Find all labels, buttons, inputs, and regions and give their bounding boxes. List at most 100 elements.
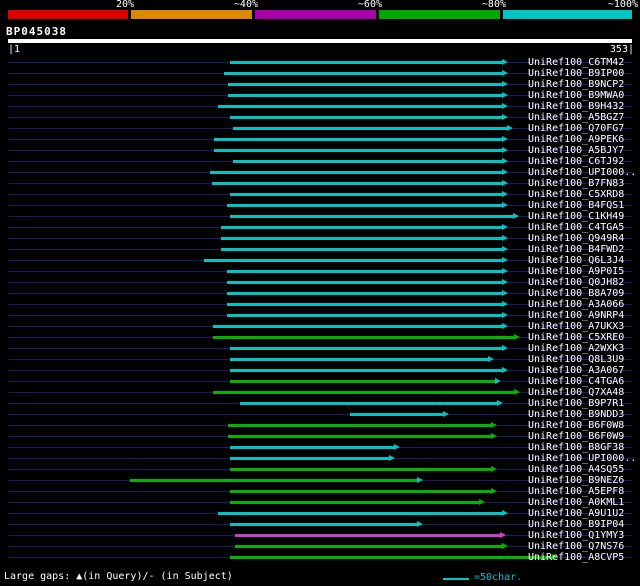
alignment-bar[interactable]	[235, 545, 502, 548]
hit-label[interactable]: UniRef100_A9PEK6	[528, 134, 624, 145]
alignment-row: UniRef100_UPI000..	[0, 453, 640, 464]
scale-segment-label: 20%	[115, 0, 134, 10]
alignment-bar[interactable]	[227, 204, 502, 207]
alignment-bar[interactable]	[213, 391, 514, 394]
hit-label[interactable]: UniRef100_Q7NS76	[528, 541, 624, 552]
hit-label[interactable]: UniRef100_A3A067	[528, 365, 624, 376]
alignment-bar[interactable]	[230, 358, 488, 361]
hit-label[interactable]: UniRef100_B9MWA0	[528, 90, 624, 101]
hit-label[interactable]: UniRef100_C4TGA5	[528, 222, 624, 233]
alignment-bar[interactable]	[230, 347, 502, 350]
alignment-bar[interactable]	[230, 556, 552, 559]
alignment-bar[interactable]	[228, 435, 491, 438]
alignment-bar[interactable]	[350, 413, 443, 416]
arrowhead-icon	[502, 235, 508, 241]
hit-label[interactable]: UniRef100_A2WXK3	[528, 343, 624, 354]
hit-label[interactable]: UniRef100_Q1YMY3	[528, 530, 624, 541]
alignment-row: UniRef100_B9P7R1	[0, 398, 640, 409]
arrowhead-icon	[495, 378, 501, 384]
hit-label[interactable]: UniRef100_C6TJ92	[528, 156, 624, 167]
hit-label[interactable]: UniRef100_A4SQ55	[528, 464, 624, 475]
alignment-bar[interactable]	[213, 325, 502, 328]
hit-label[interactable]: UniRef100_B8A709	[528, 288, 624, 299]
arrowhead-icon	[502, 180, 508, 186]
alignment-bar[interactable]	[221, 237, 502, 240]
alignment-bar[interactable]	[233, 127, 507, 130]
hit-label[interactable]: UniRef100_UPI000..	[528, 453, 636, 464]
arrowhead-icon	[502, 301, 508, 307]
alignment-bar[interactable]	[218, 512, 502, 515]
hit-label[interactable]: UniRef100_B9P7R1	[528, 398, 624, 409]
alignment-bar[interactable]	[230, 116, 502, 119]
alignment-bar[interactable]	[230, 457, 389, 460]
hit-label[interactable]: UniRef100_Q70FG7	[528, 123, 624, 134]
hit-label[interactable]: UniRef100_A9NRP4	[528, 310, 624, 321]
hit-label[interactable]: UniRef100_Q6L3J4	[528, 255, 624, 266]
alignment-bar[interactable]	[230, 369, 502, 372]
alignment-bar[interactable]	[224, 72, 502, 75]
hit-label[interactable]: UniRef100_A7UKX3	[528, 321, 624, 332]
alignment-bar[interactable]	[228, 424, 491, 427]
alignment-bar[interactable]	[212, 182, 502, 185]
hit-label[interactable]: UniRef100_Q8L3U9	[528, 354, 624, 365]
alignment-bar[interactable]	[227, 314, 502, 317]
hit-label[interactable]: UniRef100_B9NDD3	[528, 409, 624, 420]
hit-label[interactable]: UniRef100_A5BGZ7	[528, 112, 624, 123]
hit-label[interactable]: UniRef100_A5BJY7	[528, 145, 624, 156]
alignment-bar[interactable]	[130, 479, 417, 482]
alignment-bar[interactable]	[228, 83, 502, 86]
hit-label[interactable]: UniRef100_B9NEZ6	[528, 475, 624, 486]
alignment-bar[interactable]	[227, 292, 502, 295]
hit-label[interactable]: UniRef100_B6F0W9	[528, 431, 624, 442]
alignment-bar[interactable]	[210, 171, 502, 174]
hit-label[interactable]: UniRef100_B7FN83	[528, 178, 624, 189]
hit-label[interactable]: UniRef100_B9H432	[528, 101, 624, 112]
hit-label[interactable]: UniRef100_C6TM42	[528, 57, 624, 68]
hit-label[interactable]: UniRef100_B9IP04	[528, 519, 624, 530]
hit-label[interactable]: UniRef100_C1KH49	[528, 211, 624, 222]
hit-label[interactable]: UniRef100_A5EPF8	[528, 486, 624, 497]
hit-label[interactable]: UniRef100_A9U1U2	[528, 508, 624, 519]
hit-label[interactable]: UniRef100_Q7XA48	[528, 387, 624, 398]
hit-label[interactable]: UniRef100_C5XRD8	[528, 189, 624, 200]
alignment-bar[interactable]	[240, 402, 497, 405]
alignment-bar[interactable]	[230, 490, 491, 493]
hit-label[interactable]: UniRef100_B6F0W8	[528, 420, 624, 431]
alignment-bar[interactable]	[204, 259, 502, 262]
hit-label[interactable]: UniRef100_UPI000..	[528, 167, 636, 178]
alignment-bar[interactable]	[230, 215, 513, 218]
alignment-bar[interactable]	[227, 281, 502, 284]
alignment-bar[interactable]	[235, 534, 500, 537]
hit-label[interactable]: UniRef100_Q949R4	[528, 233, 624, 244]
alignment-bar[interactable]	[230, 501, 479, 504]
hit-label[interactable]: UniRef100_A8CVP5	[528, 552, 624, 563]
alignment-bar[interactable]	[230, 468, 491, 471]
hit-label[interactable]: UniRef100_B9IP00	[528, 68, 624, 79]
hit-label[interactable]: UniRef100_B4FWD2	[528, 244, 624, 255]
hit-label[interactable]: UniRef100_C5XRE0	[528, 332, 624, 343]
alignment-bar[interactable]	[221, 226, 502, 229]
alignment-bar[interactable]	[230, 61, 502, 64]
alignment-bar[interactable]	[213, 336, 514, 339]
hit-label[interactable]: UniRef100_B9NCP2	[528, 79, 624, 90]
alignment-bar[interactable]	[228, 94, 502, 97]
hit-label[interactable]: UniRef100_A0KML1	[528, 497, 624, 508]
alignment-bar[interactable]	[230, 446, 394, 449]
alignment-bar[interactable]	[227, 270, 502, 273]
alignment-bar[interactable]	[230, 193, 502, 196]
legend-scale-label: =50char.	[474, 572, 523, 583]
hit-label[interactable]: UniRef100_A9P0I5	[528, 266, 624, 277]
hit-label[interactable]: UniRef100_B8GF38	[528, 442, 624, 453]
hit-label[interactable]: UniRef100_C4TGA6	[528, 376, 624, 387]
alignment-bar[interactable]	[233, 160, 502, 163]
hit-label[interactable]: UniRef100_B4FQS1	[528, 200, 624, 211]
alignment-bar[interactable]	[214, 138, 502, 141]
hit-label[interactable]: UniRef100_A3A066	[528, 299, 624, 310]
hit-label[interactable]: UniRef100_Q0JH82	[528, 277, 624, 288]
alignment-bar[interactable]	[230, 380, 495, 383]
alignment-bar[interactable]	[227, 303, 502, 306]
alignment-bar[interactable]	[221, 248, 502, 251]
alignment-bar[interactable]	[214, 149, 502, 152]
alignment-bar[interactable]	[230, 523, 417, 526]
alignment-bar[interactable]	[218, 105, 502, 108]
